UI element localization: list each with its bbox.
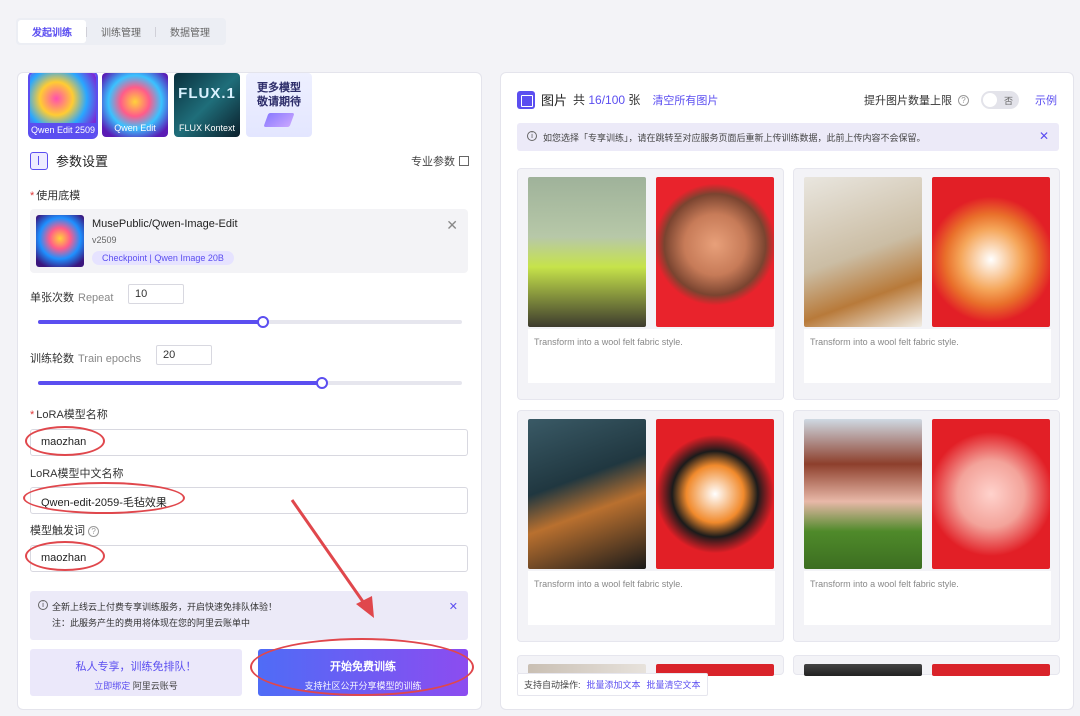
source-image[interactable] (804, 664, 922, 676)
raise-limit-label: 提升图片数量上限 (864, 95, 952, 107)
epochs-slider[interactable] (38, 377, 462, 389)
repeat-label: 单张次数 Repeat (30, 292, 114, 304)
more-models-label: 更多模型 敬请期待 (257, 82, 301, 108)
caption-input[interactable]: Transform into a wool felt fabric style. (804, 329, 1051, 383)
target-image[interactable] (932, 419, 1050, 569)
info-icon: i (38, 600, 48, 610)
info-icon: i (527, 131, 537, 141)
exclusive-training-notice: i 如您选择「专享训练」，请在跳转至对应服务页面后重新上传训练数据，此前上传内容… (517, 123, 1059, 151)
private-training-button[interactable]: 私人专享，训练免排队！ 立即绑定 阿里云账号 (30, 649, 242, 696)
private-training-sub: 立即绑定 阿里云账号 (94, 681, 178, 691)
flux-logo: FLUX.1 (178, 85, 236, 102)
auto-ops-bar: 支持自动操作: 批量添加文本 批量清空文本 (517, 673, 708, 696)
base-model-card[interactable]: MusePublic/Qwen-Image-Edit v2509 Checkpo… (30, 209, 468, 273)
notice-line-1: 全新上线云上付费专享训练服务，开启快速免排队体验！ (52, 602, 278, 612)
tab-data-management[interactable]: 数据管理 (156, 20, 224, 43)
tab-training-management[interactable]: 训练管理 (87, 20, 155, 43)
image-pair-card[interactable] (517, 655, 784, 676)
raise-limit-toggle[interactable]: 否 (981, 91, 1019, 109)
target-image[interactable] (932, 664, 1050, 676)
images-header: 图片 共 16/100 张 清空所有图片 (517, 90, 718, 109)
images-panel: 图片 共 16/100 张 清空所有图片 提升图片数量上限 ? 否 示例 i 如… (500, 72, 1074, 710)
image-pair-card[interactable]: Transform into a wool felt fabric style. (793, 168, 1060, 400)
cube-icon (263, 113, 295, 127)
model-selector: Qwen Edit 2509 Qwen Edit FLUX.1 FLUX Kon… (28, 73, 312, 139)
lora-name-label: * LoRA模型名称 (30, 409, 108, 421)
private-training-title: 私人专享，训练免排队！ (75, 661, 197, 673)
target-image[interactable] (656, 177, 774, 327)
image-count: 共 16/100 张 (573, 93, 641, 107)
toggle-text: 否 (1003, 96, 1013, 106)
tab-start-training[interactable]: 发起训练 (18, 20, 86, 43)
help-icon: ? (88, 526, 100, 537)
source-image[interactable] (528, 177, 646, 327)
batch-add-text-link[interactable]: 批量添加文本 (587, 678, 641, 691)
clear-all-images-link[interactable]: 清空所有图片 (652, 92, 718, 108)
image-pair-card[interactable]: Transform into a wool felt fabric style. (793, 410, 1060, 642)
target-image[interactable] (656, 419, 774, 569)
model-card-flux-kontext[interactable]: FLUX.1 FLUX Kontext (174, 73, 240, 137)
example-link[interactable]: 示例 (1035, 92, 1057, 108)
image-icon (517, 90, 535, 109)
annotation-circle (23, 482, 185, 514)
caption-input[interactable]: Transform into a wool felt fabric style. (804, 571, 1051, 625)
image-pair-card[interactable]: Transform into a wool felt fabric style. (517, 168, 784, 400)
batch-clear-text-link[interactable]: 批量清空文本 (647, 678, 701, 691)
source-image[interactable] (804, 419, 922, 569)
epochs-input[interactable]: 20 (156, 345, 212, 365)
trigger-label: 模型触发词 ? (30, 522, 100, 538)
target-image[interactable] (932, 177, 1050, 327)
lora-cn-label: LoRA模型中文名称 (30, 468, 124, 480)
pro-params-button[interactable]: 专业参数 (411, 153, 469, 169)
model-card-qwen-edit-2509[interactable]: Qwen Edit 2509 (28, 73, 98, 139)
parameter-panel: Qwen Edit 2509 Qwen Edit FLUX.1 FLUX Kon… (17, 72, 482, 710)
paid-service-notice: i 全新上线云上付费专享训练服务，开启快速免排队体验！ 注：此服务产生的费用将体… (30, 591, 468, 640)
source-image[interactable] (528, 419, 646, 569)
notice-text: 如您选择「专享训练」，请在跳转至对应服务页面后重新上传训练数据，此前上传内容不会… (543, 133, 926, 143)
bind-link[interactable]: 立即绑定 (94, 681, 130, 691)
caption-input[interactable]: Transform into a wool felt fabric style. (528, 329, 775, 383)
image-pair-card[interactable] (793, 655, 1060, 676)
model-label: FLUX Kontext (178, 123, 236, 133)
slider-handle[interactable] (256, 316, 269, 328)
model-label: Qwen Edit 2509 (30, 123, 96, 137)
annotation-circle (25, 426, 105, 456)
params-title: 参数设置 (56, 154, 109, 169)
base-model-thumbnail (36, 215, 84, 267)
raise-limit-control: 提升图片数量上限 ? 否 示例 (864, 91, 1057, 109)
image-pair-card[interactable]: Transform into a wool felt fabric style. (517, 410, 784, 642)
annotation-circle (25, 541, 105, 571)
model-label: Qwen Edit (114, 123, 156, 133)
notice-line-2: 注：此服务产生的费用将体现在您的阿里云账单中 (52, 618, 251, 628)
pro-params-label: 专业参数 (411, 156, 455, 168)
base-model-name: MusePublic/Qwen-Image-Edit (92, 218, 238, 230)
close-icon[interactable]: ✕ (446, 217, 458, 234)
expand-icon (459, 156, 469, 166)
toggle-knob (983, 93, 997, 107)
repeat-input[interactable]: 10 (128, 284, 184, 304)
annotation-circle (250, 638, 474, 696)
close-icon[interactable]: ✕ (1039, 129, 1049, 143)
close-icon[interactable]: ✕ (449, 599, 458, 615)
base-model-version: v2509 (92, 235, 117, 245)
params-icon (30, 151, 48, 170)
model-card-qwen-edit[interactable]: Qwen Edit (102, 73, 168, 137)
base-model-label: * 使用底模 (30, 190, 81, 202)
slider-handle[interactable] (316, 377, 329, 389)
base-model-tag: Checkpoint | Qwen Image 20B (92, 251, 234, 265)
auto-ops-label: 支持自动操作: (524, 680, 581, 690)
caption-input[interactable]: Transform into a wool felt fabric style. (528, 571, 775, 625)
top-tabs: 发起训练 训练管理 数据管理 (16, 18, 226, 45)
model-card-more: 更多模型 敬请期待 (246, 73, 312, 137)
repeat-slider[interactable] (38, 316, 462, 328)
slider-fill (38, 381, 323, 385)
epochs-label: 训练轮数 Train epochs (30, 353, 142, 365)
slider-fill (38, 320, 263, 324)
source-image[interactable] (804, 177, 922, 327)
help-icon[interactable]: ? (958, 94, 969, 106)
images-title: 图片 (541, 93, 568, 108)
params-header: 参数设置 (30, 151, 108, 170)
